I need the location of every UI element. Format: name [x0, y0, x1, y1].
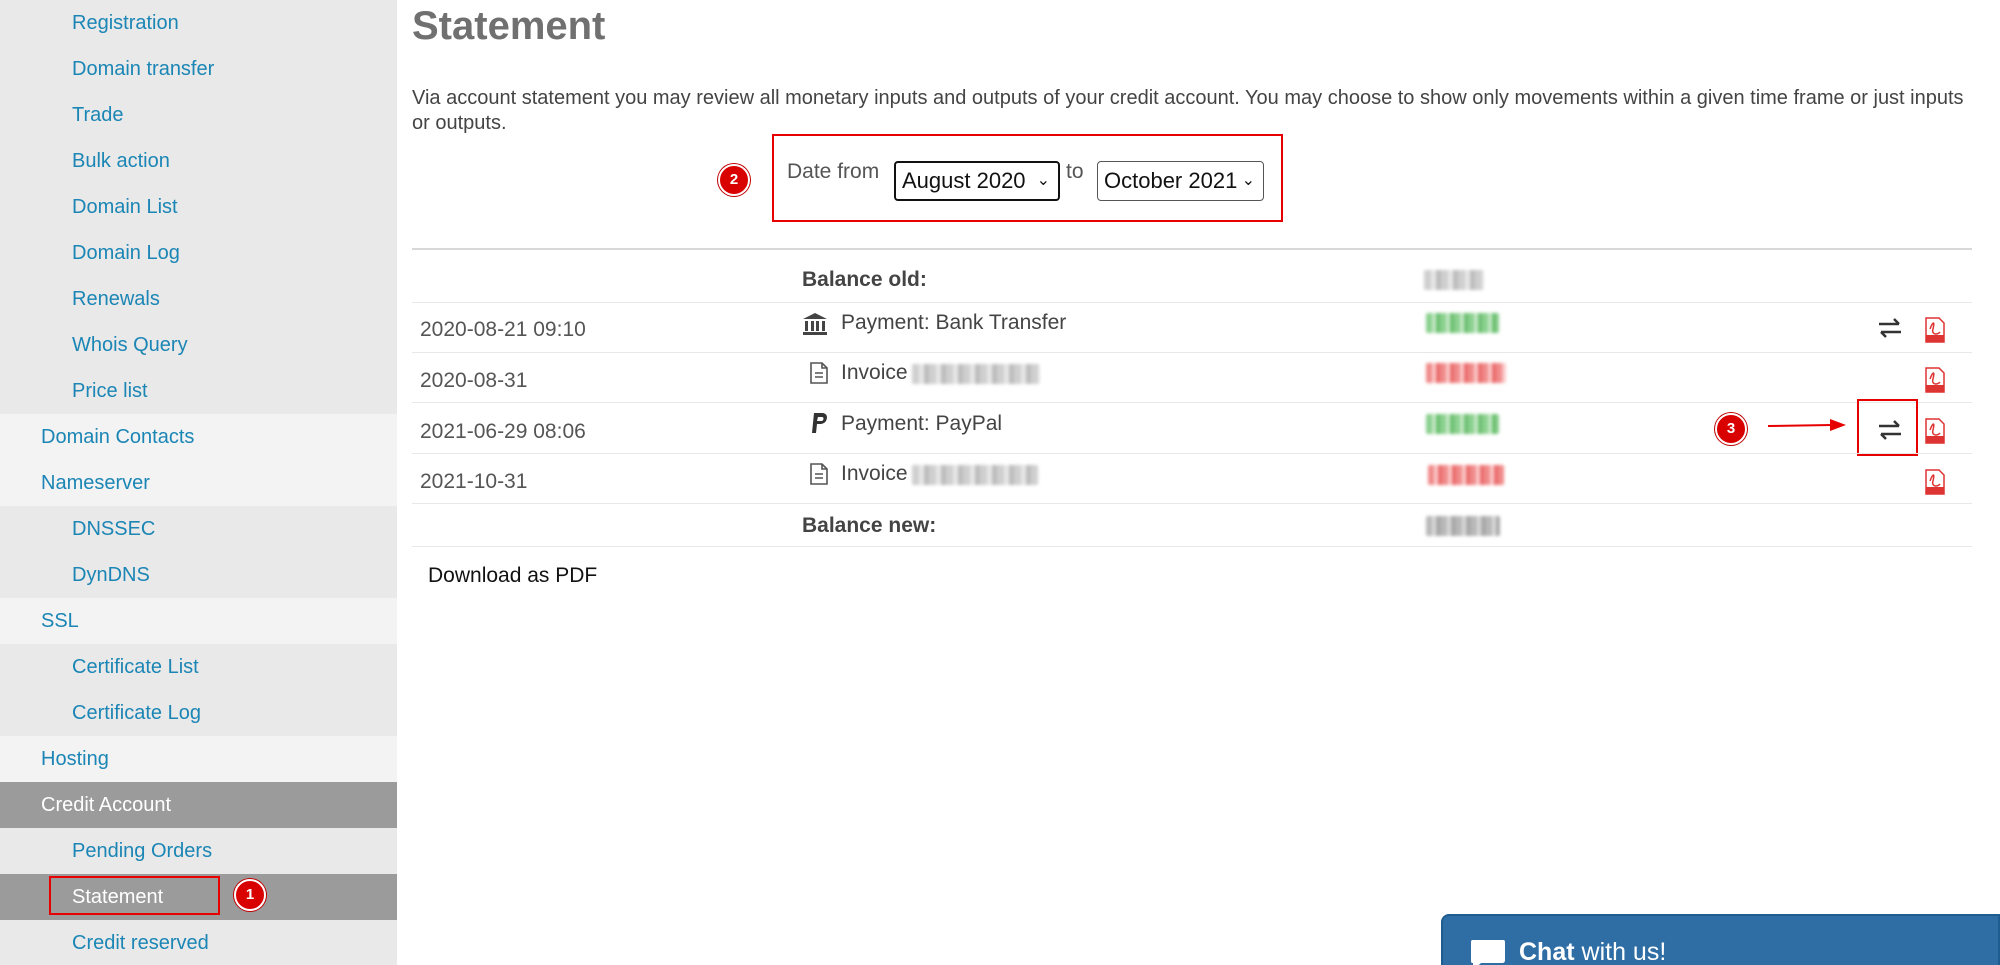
balance-new-label: Balance new:	[802, 514, 937, 537]
sidebar-item-dnssec[interactable]: DNSSEC	[0, 506, 397, 552]
row-3-description: Payment: PayPal	[841, 412, 1003, 435]
sidebar-item-domain-log[interactable]: Domain Log	[0, 230, 397, 276]
sidebar-item-price-list[interactable]: Price list	[0, 368, 397, 414]
row-divider	[412, 503, 1972, 504]
document-icon	[810, 362, 828, 384]
chevron-down-icon: ⌄	[1036, 172, 1050, 189]
balance-old-value	[1424, 270, 1484, 290]
date-to-value: October 2021	[1104, 168, 1238, 193]
row-2-description: Invoice	[841, 361, 908, 384]
row-divider	[412, 302, 1972, 303]
sidebar-item-whois-query[interactable]: Whois Query	[0, 322, 397, 368]
sidebar-item-domain-list[interactable]: Domain List	[0, 184, 397, 230]
sidebar-item-nameserver[interactable]: Nameserver	[0, 460, 397, 506]
paypal-icon	[812, 413, 827, 433]
row-2-date: 2020-08-31	[420, 369, 528, 392]
step-marker-1: 1	[234, 879, 266, 911]
document-icon	[810, 463, 828, 485]
sidebar-item-registration[interactable]: Registration	[0, 0, 397, 46]
row-1-description: Payment: Bank Transfer	[841, 311, 1067, 334]
row-divider	[412, 546, 1972, 547]
row-divider	[412, 402, 1972, 403]
pdf-icon[interactable]	[1924, 317, 1946, 343]
sidebar-item-trade[interactable]: Trade	[0, 92, 397, 138]
row-1-date: 2020-08-21 09:10	[420, 318, 586, 341]
sidebar-item-pending-orders[interactable]: Pending Orders	[0, 828, 397, 874]
sidebar: Registration Domain transfer Trade Bulk …	[0, 0, 397, 965]
balance-old-label: Balance old:	[802, 268, 927, 291]
step-marker-3: 3	[1715, 413, 1747, 445]
sidebar-item-dyndns[interactable]: DynDNS	[0, 552, 397, 598]
row-2-invoice-number	[912, 364, 1040, 384]
row-divider	[412, 352, 1972, 353]
pdf-icon[interactable]	[1924, 367, 1946, 393]
download-pdf-link[interactable]: Download as PDF	[428, 564, 597, 588]
page-title: Statement	[412, 4, 606, 48]
sidebar-item-certificate-list[interactable]: Certificate List	[0, 644, 397, 690]
chevron-down-icon: ⌄	[1241, 172, 1255, 189]
sidebar-item-certificate-log[interactable]: Certificate Log	[0, 690, 397, 736]
row-4-description: Invoice	[841, 462, 908, 485]
pdf-icon[interactable]	[1924, 469, 1946, 495]
table-top-border	[412, 248, 1972, 250]
chat-bubble-icon	[1471, 940, 1505, 965]
chat-label: Chat with us!	[1519, 938, 1666, 965]
row-4-date: 2021-10-31	[420, 470, 528, 493]
sidebar-item-credit-reserved[interactable]: Credit reserved	[0, 920, 397, 965]
row-4-amount	[1428, 465, 1504, 485]
row-3-amount	[1426, 414, 1499, 434]
arrow-right-icon	[1768, 419, 1846, 431]
row-2-amount	[1426, 363, 1506, 383]
chat-widget[interactable]: Chat with us!	[1441, 914, 2000, 965]
date-to-select[interactable]: October 2021 ⌄	[1097, 161, 1264, 201]
balance-new-value	[1426, 516, 1500, 536]
row-4-invoice-number	[912, 465, 1038, 485]
sidebar-item-domain-contacts[interactable]: Domain Contacts	[0, 414, 397, 460]
row-3-date: 2021-06-29 08:06	[420, 420, 586, 443]
sidebar-item-credit-account[interactable]: Credit Account	[0, 782, 397, 828]
date-from-value: August 2020	[902, 168, 1026, 193]
step-marker-2: 2	[718, 164, 750, 196]
bank-icon	[803, 313, 827, 335]
sidebar-item-bulk-action[interactable]: Bulk action	[0, 138, 397, 184]
highlight-box-statement	[49, 876, 220, 915]
sidebar-item-hosting[interactable]: Hosting	[0, 736, 397, 782]
transfer-icon[interactable]	[1877, 318, 1903, 338]
sidebar-item-renewals[interactable]: Renewals	[0, 276, 397, 322]
chat-label-bold: Chat	[1519, 938, 1575, 965]
row-divider	[412, 453, 1972, 454]
chat-label-rest: with us!	[1574, 938, 1667, 965]
date-from-select[interactable]: August 2020 ⌄	[894, 161, 1060, 201]
row-1-amount	[1426, 313, 1499, 333]
date-to-label: to	[1066, 160, 1084, 183]
intro-text: Via account statement you may review all…	[412, 87, 1964, 134]
transfer-icon[interactable]	[1877, 420, 1903, 440]
sidebar-item-ssl[interactable]: SSL	[0, 598, 397, 644]
sidebar-item-domain-transfer[interactable]: Domain transfer	[0, 46, 397, 92]
date-from-label: Date from	[787, 160, 880, 183]
pdf-icon[interactable]	[1924, 418, 1946, 444]
